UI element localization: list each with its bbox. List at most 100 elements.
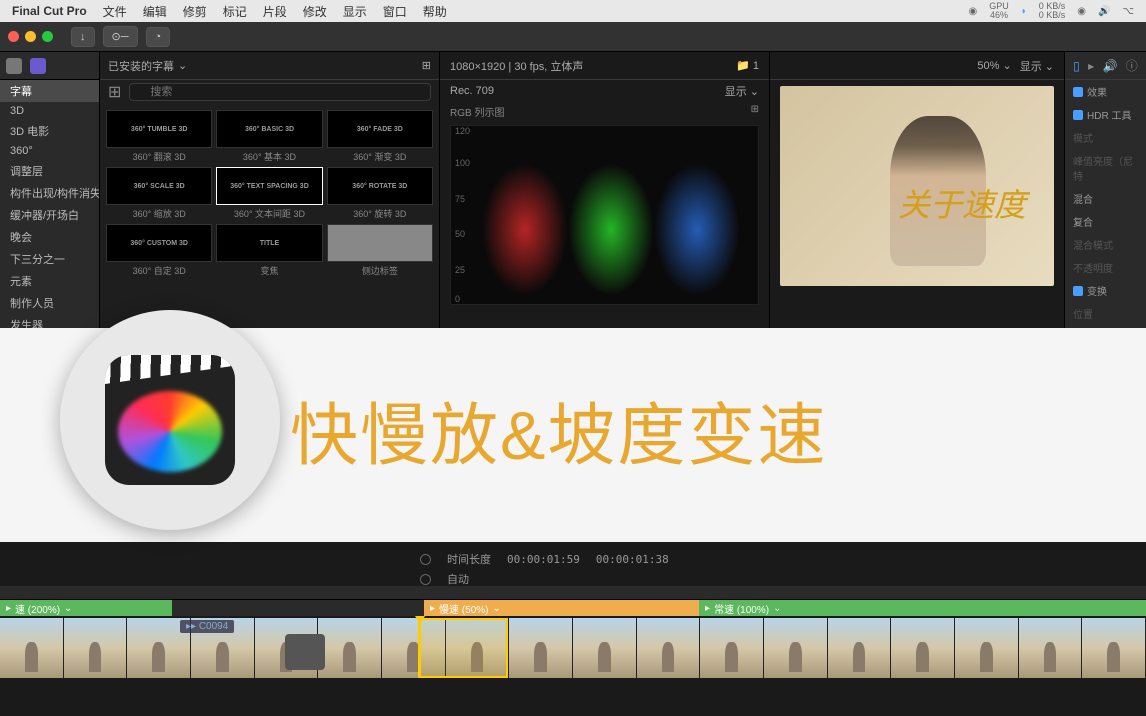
app-name: Final Cut Pro [12,4,87,18]
inspector-row[interactable]: HDR 工具 [1065,103,1146,126]
browser-sidebar: 字幕 3D 3D 电影 360° 调整层 构件出现/构件消失 缓冲器/开场白 晚… [0,52,100,332]
inspector-row[interactable]: 复合 [1065,210,1146,233]
title-thumb[interactable]: 360° BASIC 3D360° 基本 3D [216,110,322,163]
speed-segment-fast[interactable]: ▸速 (200%) ⌄ [0,600,172,616]
info-tab-icon[interactable]: ⓘ [1126,57,1138,74]
sidebar-item[interactable]: 下三分之一 [0,248,99,270]
menu-clip[interactable]: 片段 [263,3,287,20]
clip-count: 📁 1 [736,59,759,72]
inspector-row[interactable]: 峰值亮度（尼特 [1065,149,1146,187]
titles-browser: 已安装的字幕 ⌄ ⊞ ⊞ 360° TUMBLE 3D360° 翻滚 3D 36… [100,52,440,332]
video-scopes: 1080×1920 | 30 fps, 立体声 📁 1 Rec. 709 显示 … [440,52,770,332]
title-thumb[interactable]: 360° ROTATE 3D360° 旋转 3D [327,167,433,220]
primary-storyline[interactable]: ▸▸ C0094 [0,618,1146,678]
library-icon[interactable] [6,58,22,74]
title-thumb[interactable]: 360° TUMBLE 3D360° 翻滚 3D [106,110,212,163]
title-thumb[interactable]: 侧边标签 [327,224,433,277]
sidebar-item[interactable]: 晚会 [0,226,99,248]
control-center-icon: ⌥ [1122,6,1134,17]
sidebar-item[interactable]: 3D [0,102,99,120]
keyword-button[interactable]: ⊙─ [103,26,138,47]
wifi-icon: ◉ [1077,6,1086,17]
scopes-show-dropdown[interactable]: 显示 ⌄ [725,83,759,99]
inspector-row[interactable]: 位置 [1065,302,1146,325]
generator-tab-icon[interactable]: ▸ [1088,59,1094,73]
retime-speed-bar[interactable]: ▸速 (200%) ⌄ ▸慢速 (50%) ⌄ ▸常速 (100%) ⌄ [0,600,1146,616]
sidebar-item[interactable]: 缓冲器/开场白 [0,204,99,226]
sidebar-item[interactable]: 制作人员 [0,292,99,314]
transition-handle[interactable] [285,634,325,670]
video-tab-icon[interactable]: ▯ [1073,59,1080,73]
range-selection[interactable] [418,618,508,678]
titles-icon[interactable] [30,58,46,74]
inspector-row[interactable]: 变换 [1065,279,1146,302]
sidebar-item[interactable]: 调整层 [0,160,99,182]
inspector-row[interactable]: 不透明度 [1065,256,1146,279]
title-thumb[interactable]: 360° CUSTOM 3D360° 自定 3D [106,224,212,277]
menu-view[interactable]: 显示 [343,3,367,20]
sidebar-tabs [0,52,99,80]
title-thumb[interactable]: 360° TEXT SPACING 3D360° 文本间距 3D [216,167,322,220]
search-input[interactable] [129,83,431,101]
filter-icon[interactable]: ⊞ [108,82,121,102]
record-icon: ◉ [968,6,977,17]
import-button[interactable]: ↓ [71,27,95,47]
chevron-down-icon: ⌄ [178,59,187,72]
radio-duration[interactable] [420,554,431,565]
menu-mark[interactable]: 标记 [223,3,247,20]
menu-trim[interactable]: 修剪 [183,3,207,20]
macos-menubar: Final Cut Pro 文件 编辑 修剪 标记 片段 修改 显示 窗口 帮助… [0,0,1146,22]
sidebar-item[interactable]: 元素 [0,270,99,292]
inspector-row[interactable]: 混合 [1065,187,1146,210]
viewer-header: 50% ⌄ 显示 ⌄ [770,52,1064,80]
sidebar-item[interactable]: 3D 电影 [0,120,99,142]
audio-tab-icon[interactable]: 🔊 [1103,59,1118,73]
cloud-icon: ◗ [1021,6,1027,17]
menu-window[interactable]: 窗口 [383,3,407,20]
speed-segment-slow[interactable]: ▸慢速 (50%) ⌄ [424,600,699,616]
blue-waveform [654,163,740,297]
network-status: 0 KB/s0 KB/s [1039,2,1066,20]
menubar-right: ◉ GPU46% ◗ 0 KB/s0 KB/s ◉ 🔊 ⌥ [968,2,1134,20]
overlay-title: 快慢放&坡度变速 [290,380,827,479]
checkbox-icon[interactable] [1073,110,1083,120]
app-toolbar: ↓ ⊙─ ◔ [0,22,1146,52]
browser-dropdown[interactable]: 已安装的字幕 ⌄ [108,58,187,74]
menu-edit[interactable]: 编辑 [143,3,167,20]
menu-file[interactable]: 文件 [103,3,127,20]
browser-header: 已安装的字幕 ⌄ ⊞ [100,52,439,80]
inspector-row[interactable]: 模式 [1065,126,1146,149]
grid-view-icon[interactable]: ⊞ [422,59,431,72]
menu-help[interactable]: 帮助 [423,3,447,20]
timeline[interactable]: ▸速 (200%) ⌄ ▸慢速 (50%) ⌄ ▸常速 (100%) ⌄ ▸▸ … [0,586,1146,716]
sidebar-item[interactable]: 360° [0,142,99,160]
clip-name-label: ▸▸ C0094 [180,620,234,633]
viewer-area: 1080×1920 | 30 fps, 立体声 📁 1 Rec. 709 显示 … [440,52,1146,332]
inspector-row[interactable]: 混合模式 [1065,233,1146,256]
menu-modify[interactable]: 修改 [303,3,327,20]
view-dropdown[interactable]: 显示 ⌄ [1020,58,1054,74]
window-controls[interactable] [8,31,53,42]
title-thumb[interactable]: 360° SCALE 3D360° 缩放 3D [106,167,212,220]
auto-label: 自动 [447,571,469,587]
colorspace-label: Rec. 709 [450,85,494,97]
rgb-parade-scope: 120 100 75 50 25 0 [450,125,759,305]
inspector-row[interactable]: 效果 [1065,80,1146,103]
checkbox-icon[interactable] [1073,286,1083,296]
title-thumb[interactable]: TITLE变焦 [216,224,322,277]
layout-icon[interactable]: ⊞ [751,104,759,115]
scopes-header: 1080×1920 | 30 fps, 立体声 📁 1 [440,52,769,80]
clip-filmstrip[interactable] [0,618,1146,678]
checkbox-icon[interactable] [1073,87,1083,97]
playhead[interactable] [420,618,421,678]
sidebar-item[interactable]: 字幕 [0,80,99,102]
radio-auto[interactable] [420,574,431,585]
sidebar-item[interactable]: 构件出现/构件消失 [0,182,99,204]
bg-tasks-button[interactable]: ◔ [146,27,171,47]
zoom-dropdown[interactable]: 50% ⌄ [977,59,1011,72]
overlay-subtitle: 关于速度 [898,180,1026,226]
speed-segment-normal[interactable]: ▸常速 (100%) ⌄ [699,600,1146,616]
red-waveform [482,163,568,297]
title-thumb[interactable]: 360° FADE 3D360° 渐变 3D [327,110,433,163]
retime-auto-row: 自动 [420,564,1096,594]
